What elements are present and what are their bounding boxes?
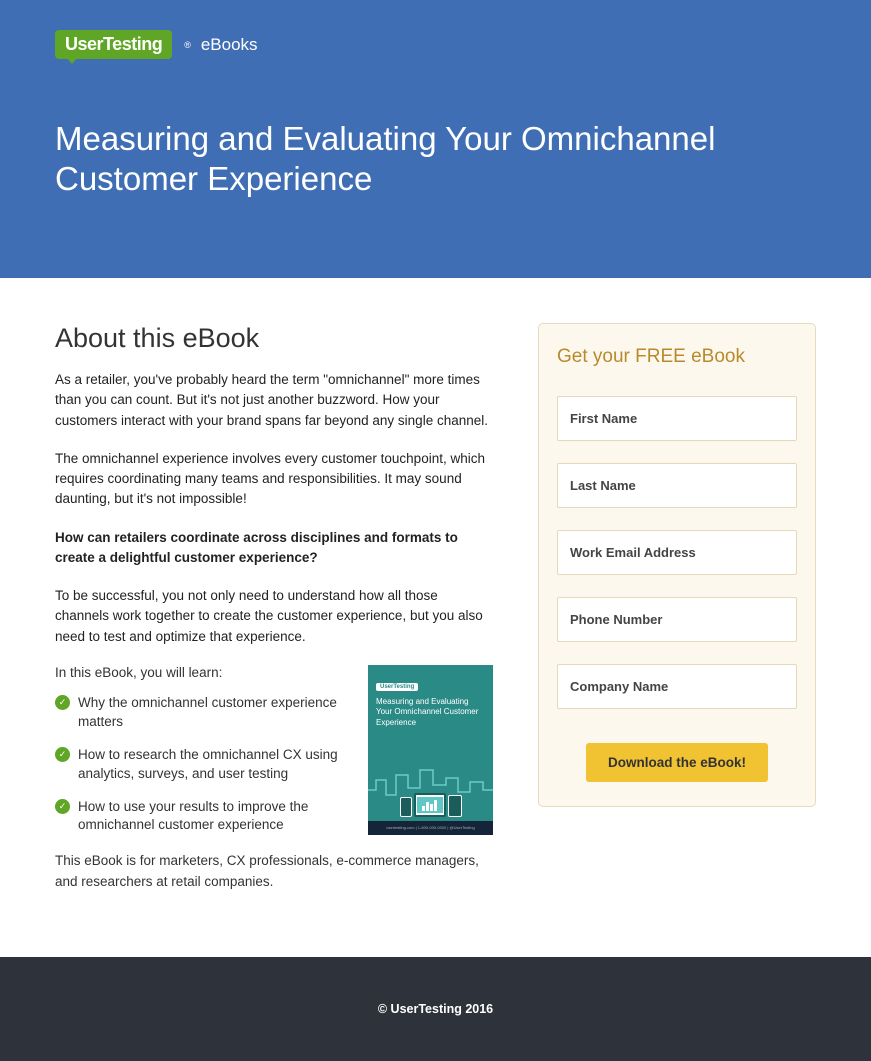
form-title: Get your FREE eBook: [557, 346, 797, 368]
about-section: About this eBook As a retailer, you've p…: [55, 323, 493, 892]
registered-icon: ®: [184, 40, 191, 50]
download-button[interactable]: Download the eBook!: [586, 743, 768, 782]
thumb-title: Measuring and Evaluating Your Omnichanne…: [376, 697, 485, 728]
phone-field[interactable]: [557, 597, 797, 642]
about-paragraph-3: How can retailers coordinate across disc…: [55, 528, 493, 569]
email-field[interactable]: [557, 530, 797, 575]
list-item: ✓ How to research the omnichannel CX usin…: [55, 746, 346, 784]
download-form: Get your FREE eBook Download the eBook!: [538, 323, 816, 807]
thumb-footer: usertesting.com | 1-800-000-0000 | @User…: [368, 821, 493, 835]
about-heading: About this eBook: [55, 323, 493, 354]
logo-suffix: eBooks: [201, 35, 258, 55]
logo-badge: UserTesting: [55, 30, 172, 59]
about-paragraph-4: To be successful, you not only need to u…: [55, 586, 493, 647]
check-icon: ✓: [55, 799, 70, 814]
first-name-field[interactable]: [557, 396, 797, 441]
header: UserTesting ® eBooks Measuring and Evalua…: [0, 0, 871, 278]
bullets-intro: In this eBook, you will learn:: [55, 665, 346, 680]
company-field[interactable]: [557, 664, 797, 709]
bullet-list: ✓ Why the omnichannel customer experience…: [55, 694, 346, 835]
ebook-cover-thumbnail: UserTesting Measuring and Evaluating You…: [368, 665, 493, 835]
bullet-text: How to use your results to improve the o…: [78, 798, 346, 836]
list-item: ✓ How to use your results to improve the …: [55, 798, 346, 836]
check-icon: ✓: [55, 695, 70, 710]
list-item: ✓ Why the omnichannel customer experience…: [55, 694, 346, 732]
page-title: Measuring and Evaluating Your Omnichanne…: [55, 119, 816, 198]
footer: © UserTesting 2016: [0, 957, 871, 1061]
copyright: © UserTesting 2016: [0, 1002, 871, 1016]
devices-icon: [400, 793, 462, 817]
about-paragraph-2: The omnichannel experience involves ever…: [55, 449, 493, 510]
closing-text: This eBook is for marketers, CX professi…: [55, 851, 493, 892]
main-content: About this eBook As a retailer, you've p…: [0, 278, 871, 957]
check-icon: ✓: [55, 747, 70, 762]
last-name-field[interactable]: [557, 463, 797, 508]
thumb-logo: UserTesting: [376, 683, 418, 691]
bullet-text: How to research the omnichannel CX using…: [78, 746, 346, 784]
about-paragraph-1: As a retailer, you've probably heard the…: [55, 370, 493, 431]
bullet-text: Why the omnichannel customer experience …: [78, 694, 346, 732]
logo: UserTesting ® eBooks: [55, 30, 816, 59]
